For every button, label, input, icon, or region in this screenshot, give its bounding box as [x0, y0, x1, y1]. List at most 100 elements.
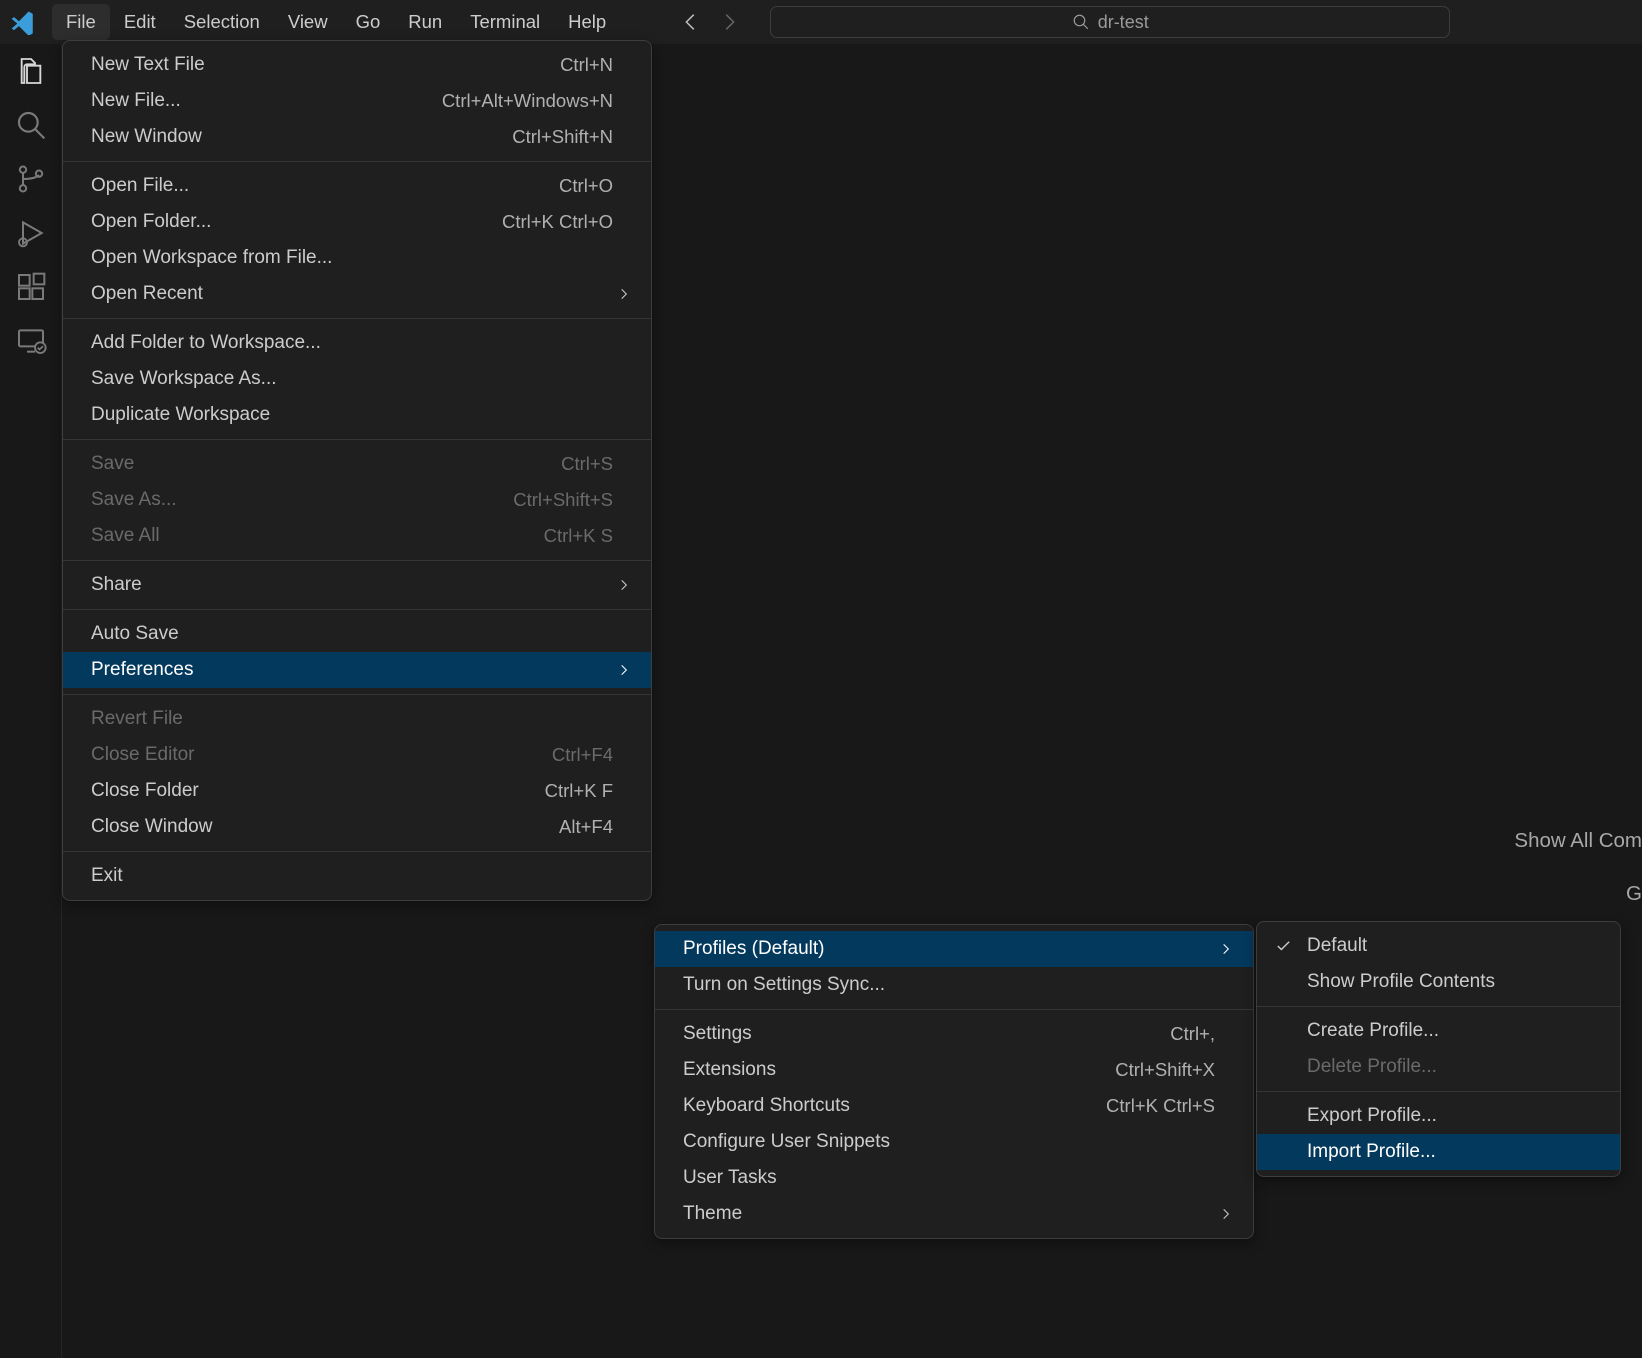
menu-view[interactable]: View — [274, 4, 342, 40]
menu-separator — [63, 560, 651, 561]
menu-item-label: Open Recent — [91, 283, 203, 305]
menu-item-label: Save All — [91, 525, 160, 547]
menu-item-shortcut: Ctrl+Alt+Windows+N — [442, 90, 613, 112]
menu-item-shortcut: Alt+F4 — [559, 816, 613, 838]
menu-item-label: Keyboard Shortcuts — [683, 1095, 850, 1117]
nav-back-icon[interactable] — [680, 11, 702, 33]
menu-run[interactable]: Run — [394, 4, 456, 40]
menu-item-label: New File... — [91, 90, 181, 112]
menu-item-shortcut: Ctrl+Shift+N — [512, 126, 613, 148]
menu-item-label: New Window — [91, 126, 202, 148]
file-open-workspace-from-file[interactable]: Open Workspace from File... — [63, 240, 651, 276]
nav-arrows — [680, 11, 740, 33]
vscode-logo-icon — [10, 9, 36, 35]
menu-item-shortcut: Ctrl+K S — [544, 525, 613, 547]
menu-item-label: Export Profile... — [1307, 1105, 1437, 1127]
nav-forward-icon[interactable] — [718, 11, 740, 33]
menu-item-label: Share — [91, 574, 142, 596]
profile-delete-profile: Delete Profile... — [1257, 1049, 1620, 1085]
menu-item-label: Save — [91, 453, 134, 475]
file-new-window[interactable]: New Window Ctrl+Shift+N — [63, 119, 651, 155]
search-text: dr-test — [1098, 12, 1149, 33]
menu-item-shortcut: Ctrl+K Ctrl+O — [502, 211, 613, 233]
menu-item-label: Turn on Settings Sync... — [683, 974, 885, 996]
command-center-search[interactable]: dr-test — [770, 6, 1450, 38]
file-share[interactable]: Share — [63, 567, 651, 603]
file-open-folder[interactable]: Open Folder... Ctrl+K Ctrl+O — [63, 204, 651, 240]
file-new-text-file[interactable]: New Text FileCtrl+N — [63, 47, 651, 83]
menu-item-label: Default — [1307, 935, 1367, 957]
profile-create-profile[interactable]: Create Profile... — [1257, 1013, 1620, 1049]
menu-item-label: Save Workspace As... — [91, 368, 277, 390]
file-auto-save[interactable]: Auto Save — [63, 616, 651, 652]
menu-item-label: New Text File — [91, 54, 205, 76]
menu-item-label: Create Profile... — [1307, 1020, 1439, 1042]
pref-turn-on-settings-sync[interactable]: Turn on Settings Sync... — [655, 967, 1253, 1003]
menu-separator — [63, 161, 651, 162]
search-icon — [1072, 13, 1090, 31]
pref-user-tasks[interactable]: User Tasks — [655, 1160, 1253, 1196]
chevron-right-icon — [1219, 1207, 1233, 1221]
pref-keyboard-shortcuts[interactable]: Keyboard Shortcuts Ctrl+K Ctrl+S — [655, 1088, 1253, 1124]
menu-item-shortcut: Ctrl+, — [1170, 1023, 1215, 1045]
menu-item-label: Preferences — [91, 659, 193, 681]
search-activity-icon[interactable] — [14, 108, 48, 142]
menu-item-label: Open Workspace from File... — [91, 247, 332, 269]
menu-item-shortcut: Ctrl+K Ctrl+S — [1106, 1095, 1215, 1117]
remote-explorer-icon[interactable] — [14, 324, 48, 358]
profile-default[interactable]: Default — [1257, 928, 1620, 964]
file-save-workspace-as[interactable]: Save Workspace As... — [63, 361, 651, 397]
file-close-window[interactable]: Close WindowAlt+F4 — [63, 809, 651, 845]
profile-show-profile-contents[interactable]: Show Profile Contents — [1257, 964, 1620, 1000]
pref-theme[interactable]: Theme — [655, 1196, 1253, 1232]
pref-configure-user-snippets[interactable]: Configure User Snippets — [655, 1124, 1253, 1160]
run-debug-icon[interactable] — [14, 216, 48, 250]
file-open-file[interactable]: Open File...Ctrl+O — [63, 168, 651, 204]
editor-hints: Show All Com G — [1514, 814, 1642, 921]
profile-export-profile[interactable]: Export Profile... — [1257, 1098, 1620, 1134]
file-add-folder-to-workspace[interactable]: Add Folder to Workspace... — [63, 325, 651, 361]
file-new-file[interactable]: New File... Ctrl+Alt+Windows+N — [63, 83, 651, 119]
menu-item-label: Show Profile Contents — [1307, 971, 1495, 993]
hint-line: G — [1514, 867, 1642, 920]
menu-item-label: Close Editor — [91, 744, 195, 766]
menu-item-label: Extensions — [683, 1059, 776, 1081]
menu-item-label: Add Folder to Workspace... — [91, 332, 321, 354]
chevron-right-icon — [617, 287, 631, 301]
file-save-as: Save As...Ctrl+Shift+S — [63, 482, 651, 518]
menu-item-shortcut: Ctrl+F4 — [552, 744, 613, 766]
menu-edit[interactable]: Edit — [110, 4, 170, 40]
chevron-right-icon — [1219, 942, 1233, 956]
pref-profiles-default[interactable]: Profiles (Default) — [655, 931, 1253, 967]
check-icon — [1275, 938, 1292, 955]
pref-extensions[interactable]: ExtensionsCtrl+Shift+X — [655, 1052, 1253, 1088]
menu-item-label: Import Profile... — [1307, 1141, 1436, 1163]
file-duplicate-workspace[interactable]: Duplicate Workspace — [63, 397, 651, 433]
menu-terminal[interactable]: Terminal — [456, 4, 554, 40]
menu-help[interactable]: Help — [554, 4, 620, 40]
menu-file[interactable]: File — [52, 4, 110, 40]
profile-import-profile[interactable]: Import Profile... — [1257, 1134, 1620, 1170]
menu-selection[interactable]: Selection — [170, 4, 274, 40]
menu-item-shortcut: Ctrl+Shift+S — [513, 489, 613, 511]
menu-separator — [63, 439, 651, 440]
menu-go[interactable]: Go — [342, 4, 395, 40]
source-control-icon[interactable] — [14, 162, 48, 196]
extensions-icon[interactable] — [14, 270, 48, 304]
menu-item-label: Open Folder... — [91, 211, 211, 233]
menu-item-label: Theme — [683, 1203, 742, 1225]
file-preferences[interactable]: Preferences — [63, 652, 651, 688]
file-save-all: Save All Ctrl+K S — [63, 518, 651, 554]
pref-settings[interactable]: Settings Ctrl+, — [655, 1016, 1253, 1052]
file-open-recent[interactable]: Open Recent — [63, 276, 651, 312]
file-menu[interactable]: New Text FileCtrl+N New File... Ctrl+Alt+W… — [62, 40, 652, 901]
chevron-right-icon — [617, 578, 631, 592]
menu-item-label: Settings — [683, 1023, 752, 1045]
menu-item-label: Delete Profile... — [1307, 1056, 1437, 1078]
profiles-submenu[interactable]: Default Show Profile Contents Create Profi… — [1256, 921, 1621, 1177]
explorer-icon[interactable] — [14, 54, 48, 88]
preferences-submenu[interactable]: Profiles (Default) Turn on Settings Sync.… — [654, 924, 1254, 1239]
file-close-folder[interactable]: Close FolderCtrl+K F — [63, 773, 651, 809]
file-exit[interactable]: Exit — [63, 858, 651, 894]
menu-item-label: User Tasks — [683, 1167, 777, 1189]
